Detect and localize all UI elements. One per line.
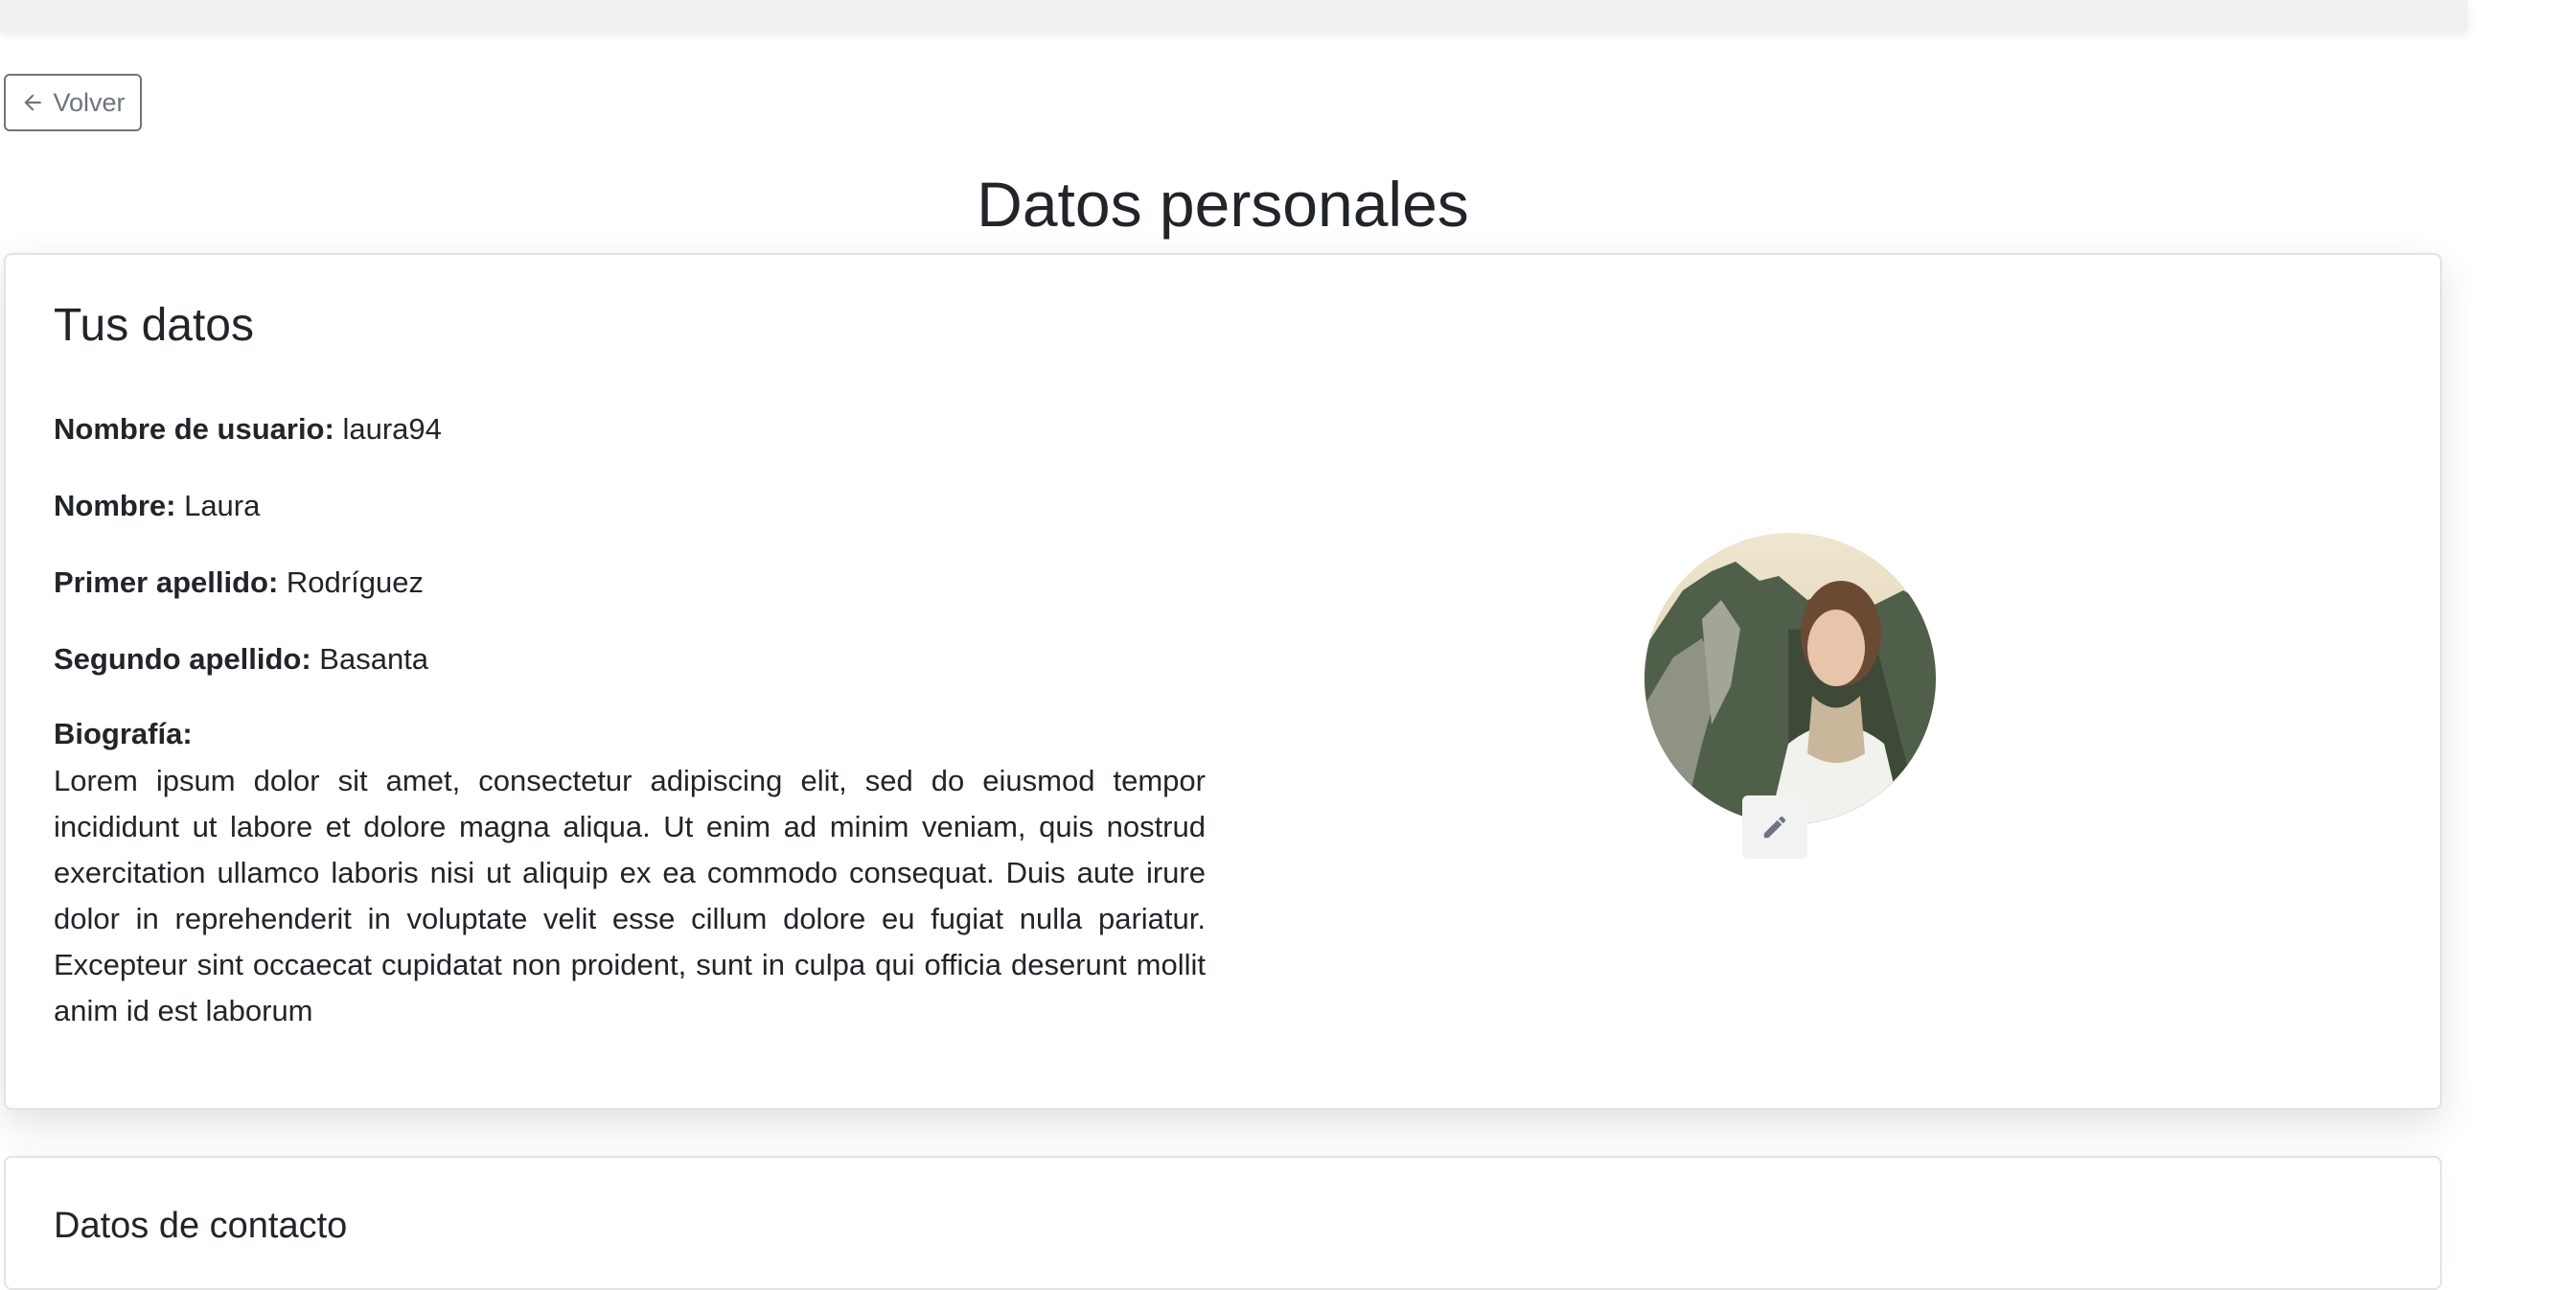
field-first-surname-label: Primer apellido: [54,565,279,599]
field-username-label: Nombre de usuario: [54,412,334,446]
back-button[interactable]: Volver [4,74,142,131]
field-second-surname-label: Segundo apellido: [54,642,311,676]
contact-card: Datos de contacto [4,1156,2442,1290]
profile-card: Tus datos Nombre de usuario: laura94 Nom… [4,253,2442,1110]
field-username: Nombre de usuario: laura94 [54,408,442,450]
pencil-icon [1763,816,1786,839]
field-name-label: Nombre: [54,489,176,522]
contact-card-title: Datos de contacto [54,1206,348,1246]
field-second-surname: Segundo apellido: Basanta [54,638,428,680]
field-first-surname: Primer apellido: Rodríguez [54,562,424,604]
bio-text: Lorem ipsum dolor sit amet, consectetur … [54,764,1206,1027]
field-first-surname-value: Rodríguez [286,565,424,599]
field-second-surname-value: Basanta [319,642,429,676]
arrow-left-icon [24,94,42,111]
bio-label: Biografía: [54,717,193,750]
profile-photo [1644,533,1936,824]
field-name: Nombre: Laura [54,485,260,527]
profile-card-title: Tus datos [54,300,254,351]
edit-photo-button[interactable] [1742,795,1807,859]
top-navbar [0,0,2468,31]
field-name-value: Laura [184,489,261,522]
field-username-value: laura94 [342,412,442,446]
page-title: Datos personales [977,169,1469,240]
avatar [1644,533,1936,824]
back-button-label: Volver [53,87,126,117]
